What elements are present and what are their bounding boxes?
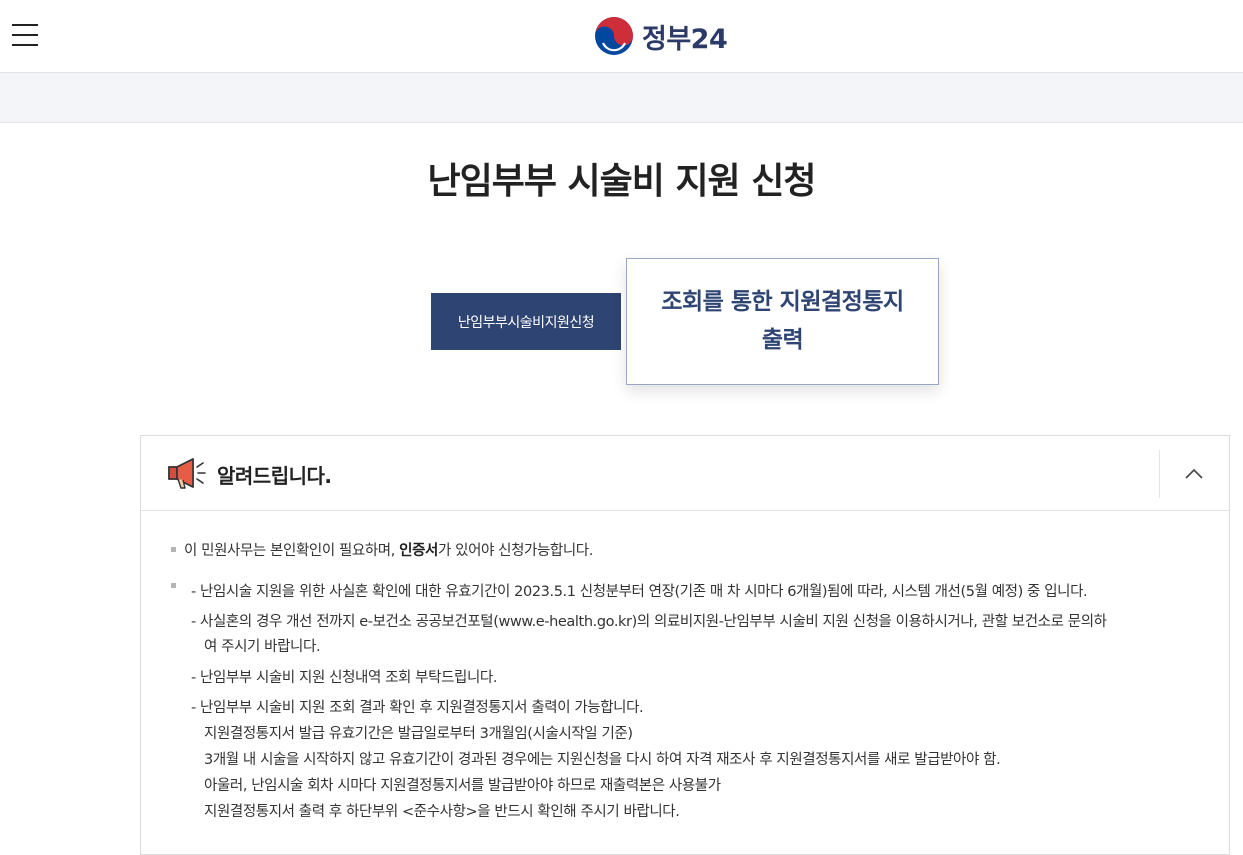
menu-bar [12, 44, 38, 46]
sub-header-strip [0, 73, 1243, 123]
notice-dash-line: - 난임부부 시술비 지원 신청내역 조회 부탁드립니다. [191, 670, 498, 686]
notice-item-bullet [171, 579, 184, 595]
emphasis-certificate: 인증서 [399, 543, 438, 559]
menu-bar [12, 34, 38, 36]
taegeuk-logo-icon [595, 17, 633, 55]
tab-decision-notice-print[interactable]: 조회를 통한 지원결정통지 출력 [626, 258, 939, 385]
notice-continuation-line: 아울러, 난임시술 회차 시마다 지원결정통지서를 발급받아야 하므로 재출력본… [204, 778, 721, 794]
tab-infertility-support-application[interactable]: 난임부부시술비지원신청 [431, 293, 621, 350]
page-title: 난임부부 시술비 지원 신청 [427, 161, 817, 202]
notice-dash-line: - 난임시술 지원을 위한 사실혼 확인에 대한 유효기간이 2023.5.1 … [191, 584, 1088, 600]
menu-bar [12, 24, 38, 26]
collapse-toggle-button[interactable] [1159, 450, 1229, 498]
notice-continuation-line: 3개월 내 시술을 시작하지 않고 유효기간이 경과된 경우에는 지원신청을 다… [204, 752, 1001, 768]
notice-title: 알려드립니다. [217, 464, 332, 488]
notice-continuation-line: 지원결정통지서 발급 유효기간은 발급일로부터 3개월임(시술시작일 기준) [204, 726, 633, 742]
notice-dash-line: - 사실혼의 경우 개선 전까지 e-보건소 공공보건포털(www.e-heal… [191, 614, 1107, 630]
bullet-square-icon [171, 546, 176, 552]
site-logo[interactable]: 정부24 [594, 14, 728, 58]
notice-panel: 알려드립니다. 이 민원사무는 본인확인이 필요하며, 인증서가 있어야 신청가… [140, 435, 1230, 855]
megaphone-icon [168, 458, 206, 489]
notice-continuation-line: 여 주시기 바랍니다. [204, 639, 321, 655]
site-header: 정부24 [0, 0, 1243, 73]
menu-icon[interactable] [12, 22, 38, 48]
notice-continuation-line: 지원결정통지서 출력 후 하단부위 <준수사항>을 반드시 확인해 주시기 바랍… [204, 804, 680, 820]
notice-dash-line: - 난임부부 시술비 지원 조회 결과 확인 후 지원결정통지서 출력이 가능합… [191, 700, 644, 716]
logo-text: 정부24 [642, 23, 728, 55]
tab-secondary-label: 조회를 통한 지원결정통지 출력 [661, 288, 904, 353]
notice-item: 이 민원사무는 본인확인이 필요하며, 인증서가 있어야 신청가능합니다. [171, 539, 593, 560]
chevron-up-icon [1185, 468, 1203, 479]
notice-header: 알려드립니다. [141, 436, 1229, 511]
bullet-square-icon [171, 582, 176, 588]
